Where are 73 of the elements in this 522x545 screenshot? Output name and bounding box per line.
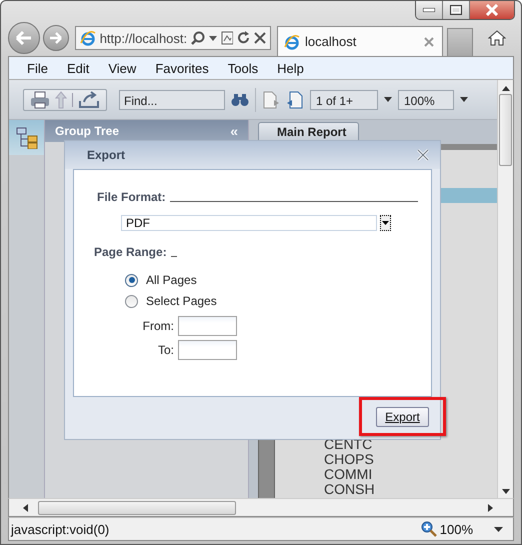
option-label: Select Pages [146, 294, 217, 308]
close-button[interactable] [470, 1, 514, 19]
stop-icon[interactable] [254, 32, 266, 44]
tree-icon [16, 126, 38, 148]
status-text: javascript:void(0) [11, 522, 110, 536]
menu-item[interactable]: File [27, 60, 48, 76]
caret-icon [382, 221, 389, 225]
report-row-text: CHOPS [324, 452, 375, 467]
home-icon[interactable] [488, 30, 506, 46]
export-button[interactable]: Export [376, 406, 429, 426]
zoom-level[interactable]: 100% [440, 522, 473, 536]
option-label: All Pages [146, 273, 197, 287]
maximize-button[interactable] [443, 1, 470, 19]
menu-item[interactable]: View [108, 60, 136, 76]
radio-button[interactable] [125, 274, 138, 286]
compatibility-view-icon[interactable] [220, 31, 234, 45]
scroll-up-icon[interactable] [502, 86, 510, 91]
minimize-icon [423, 8, 435, 12]
group-tree-toggle[interactable] [9, 120, 44, 155]
menu-item[interactable]: Edit [66, 60, 90, 76]
close-icon [485, 4, 499, 16]
right-arrow-icon [49, 32, 63, 44]
find-field[interactable]: Find... [119, 90, 225, 110]
field-label: To: [156, 343, 175, 357]
zoom-field[interactable]: 100% [398, 90, 454, 110]
scroll-left-icon[interactable] [23, 504, 28, 512]
browser-logo-icon [284, 34, 300, 50]
printer-icon[interactable] [30, 90, 50, 108]
scroll-thumb[interactable] [38, 500, 236, 514]
url-text: http://localhost: [100, 30, 188, 46]
document-icon[interactable] [286, 90, 304, 108]
left-arrow-icon [15, 30, 33, 46]
vertical-scrollbar[interactable] [497, 80, 513, 498]
to-page-field[interactable] [178, 340, 237, 360]
maximize-icon [450, 5, 462, 15]
horizontal-scrollbar[interactable] [8, 498, 514, 517]
dropdown-arrow-icon[interactable] [384, 97, 392, 102]
browser-tab[interactable]: localhost [277, 26, 443, 56]
from-page-field[interactable] [178, 316, 237, 336]
report-tab[interactable]: Main Report [258, 122, 360, 140]
panel-title: Group Tree [55, 124, 120, 138]
page-number-field[interactable]: 1 of 1+ [310, 90, 378, 110]
field-label: File Format: [97, 190, 166, 204]
back-button[interactable] [8, 22, 40, 54]
search-icon[interactable] [191, 31, 205, 45]
dropdown-arrow-icon[interactable] [460, 97, 468, 102]
menu-item[interactable]: Favorites [155, 60, 209, 76]
forward-button[interactable] [43, 25, 69, 51]
dialog-title: Export [87, 148, 126, 162]
scroll-thumb[interactable] [499, 94, 512, 166]
dropdown-button[interactable] [380, 215, 391, 231]
scroll-down-icon[interactable] [502, 489, 510, 494]
binoculars-icon[interactable] [231, 92, 249, 106]
zoom-icon[interactable] [420, 521, 437, 537]
close-icon[interactable] [417, 149, 429, 161]
scroll-right-icon[interactable] [488, 504, 493, 512]
format-select[interactable]: PDF [121, 215, 377, 231]
dropdown-arrow-icon[interactable] [208, 36, 217, 40]
dropdown-arrow-icon[interactable] [494, 526, 503, 532]
radio-button[interactable] [125, 294, 138, 308]
close-tab-icon[interactable] [424, 36, 434, 46]
report-row-text: CONSH [324, 482, 376, 497]
menu-item[interactable]: Tools [228, 60, 258, 76]
address-bar[interactable]: http://localhost: [75, 26, 271, 50]
menu-item[interactable]: Help [277, 60, 304, 76]
report-row-text: COMMI [324, 467, 374, 482]
refresh-icon[interactable] [237, 31, 250, 45]
browser-logo-icon [80, 30, 96, 46]
export-icon[interactable] [78, 90, 100, 108]
field-label: From: [142, 319, 175, 333]
document-icon[interactable] [262, 90, 280, 108]
minimize-button[interactable] [416, 1, 443, 19]
field-label: Page Range: [94, 245, 167, 259]
